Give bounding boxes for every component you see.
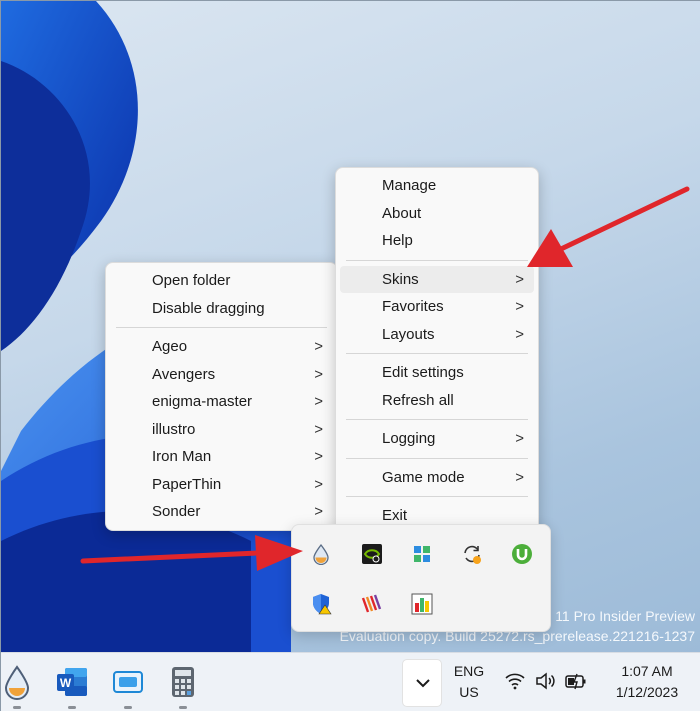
chevron-right-icon: > — [515, 298, 524, 315]
region-code: US — [459, 684, 479, 700]
word-icon[interactable]: W — [55, 665, 89, 699]
menu-item-logging[interactable]: Logging > — [340, 425, 534, 453]
menu-separator — [346, 457, 528, 459]
menu-item-label: Iron Man — [152, 448, 212, 465]
menu-item-label: Edit settings — [382, 364, 464, 381]
menu-separator — [346, 419, 528, 420]
app-running-indicator — [13, 706, 21, 709]
menu-item-label: Favorites — [382, 298, 444, 315]
menu-item-about[interactable]: About — [340, 200, 534, 228]
annotation-arrow-tray — [80, 535, 303, 571]
app-running-indicator — [124, 706, 132, 709]
menu-item-label: illustro — [152, 420, 196, 438]
menu-item-edit-settings[interactable]: Edit settings — [340, 359, 534, 387]
chart-app-icon[interactable] — [411, 593, 433, 615]
menu-item-label: Help — [382, 232, 413, 249]
chevron-right-icon: > — [314, 393, 323, 410]
system-clock[interactable]: 1:07 AM 1/12/2023 — [599, 661, 695, 703]
menu-separator — [346, 259, 528, 261]
language-code: ENG — [453, 663, 485, 679]
nvidia-icon[interactable] — [361, 543, 383, 565]
app-grid-icon[interactable] — [411, 543, 433, 565]
chevron-right-icon: > — [515, 430, 524, 447]
rainmeter-icon[interactable] — [1, 665, 33, 701]
windows-security-icon[interactable] — [310, 593, 332, 615]
show-hidden-icons-button[interactable] — [402, 659, 442, 707]
menu-item-favorites[interactable]: Favorites > — [340, 293, 534, 321]
chevron-up-icon — [416, 679, 430, 688]
tray-overflow-flyout — [291, 524, 551, 632]
chevron-right-icon: > — [314, 503, 323, 520]
menu-item-skin-enigma-master[interactable]: enigma-master > — [110, 388, 333, 416]
menu-item-label: Skins — [382, 270, 419, 288]
menu-item-label: Open folder — [152, 272, 231, 289]
menu-item-refresh-all[interactable]: Refresh all — [340, 387, 534, 415]
menu-item-disable-dragging[interactable]: Disable dragging — [110, 295, 333, 323]
rainmeter-icon[interactable] — [310, 543, 332, 565]
menu-item-label: Refresh all — [382, 391, 454, 409]
menu-item-label: PaperThin — [152, 475, 222, 493]
menu-item-label: About — [382, 204, 422, 222]
menu-item-label: Avengers — [152, 365, 216, 383]
chevron-right-icon: > — [515, 468, 524, 486]
menu-item-skin-ageo[interactable]: Ageo > — [110, 333, 333, 361]
menu-item-label: Exit — [382, 507, 408, 524]
menu-item-game-mode[interactable]: Game mode > — [340, 464, 534, 492]
svg-text:W: W — [60, 676, 72, 690]
menu-separator — [116, 327, 327, 328]
chevron-right-icon: > — [314, 420, 323, 438]
menu-item-manage[interactable]: Manage — [340, 172, 534, 200]
volume-icon — [536, 672, 555, 690]
chevron-right-icon: > — [314, 475, 323, 493]
app-running-indicator — [179, 706, 187, 709]
clock-date: 1/12/2023 — [615, 684, 679, 700]
watermark-edition: 11 Pro Insider Preview — [555, 608, 695, 624]
menu-item-layouts[interactable]: Layouts > — [340, 321, 534, 349]
stripes-app-icon[interactable] — [361, 593, 383, 615]
menu-separator — [346, 496, 528, 497]
clock-time: 1:07 AM — [621, 663, 673, 679]
sync-icon[interactable] — [461, 543, 483, 565]
menu-item-skin-sonder[interactable]: Sonder > — [110, 498, 333, 526]
menu-item-skin-illustro[interactable]: illustro > — [110, 416, 333, 444]
menu-item-skin-paperthin[interactable]: PaperThin > — [110, 471, 333, 499]
utorrent-icon[interactable] — [511, 543, 533, 565]
input-language-indicator[interactable]: ENG US — [451, 661, 487, 703]
menu-item-open-folder[interactable]: Open folder — [110, 267, 333, 295]
taskbar: W ENG US 1:07 AM 1/12/2023 — [1, 652, 700, 711]
menu-item-help[interactable]: Help — [340, 227, 534, 255]
chevron-right-icon: > — [314, 448, 323, 465]
calculator-icon[interactable] — [166, 665, 200, 699]
menu-item-label: Disable dragging — [152, 299, 265, 317]
remote-desktop-icon[interactable] — [111, 665, 145, 699]
skins-submenu: Open folder Disable dragging Ageo > Aveng… — [105, 262, 338, 531]
menu-item-label: Ageo — [152, 338, 188, 355]
menu-item-label: enigma-master — [152, 393, 253, 410]
battery-charging-icon — [565, 673, 586, 690]
menu-item-label: Manage — [382, 177, 437, 194]
annotation-arrow-skins — [527, 186, 690, 267]
menu-item-skins[interactable]: Skins > — [340, 265, 534, 293]
chevron-right-icon: > — [314, 338, 323, 355]
menu-item-label: Game mode — [382, 468, 465, 486]
menu-item-label: Sonder — [152, 503, 201, 520]
menu-item-label: Layouts — [382, 325, 435, 343]
chevron-right-icon: > — [515, 325, 524, 343]
app-running-indicator — [68, 706, 76, 709]
menu-item-skin-avengers[interactable]: Avengers > — [110, 361, 333, 389]
chevron-right-icon: > — [314, 365, 323, 383]
menu-item-label: Logging — [382, 430, 436, 447]
menu-item-skin-iron-man[interactable]: Iron Man > — [110, 443, 333, 471]
rainmeter-context-menu: Manage About Help Skins > Favorites > Layo… — [335, 167, 539, 535]
wifi-icon — [505, 673, 525, 690]
menu-separator — [346, 353, 528, 354]
